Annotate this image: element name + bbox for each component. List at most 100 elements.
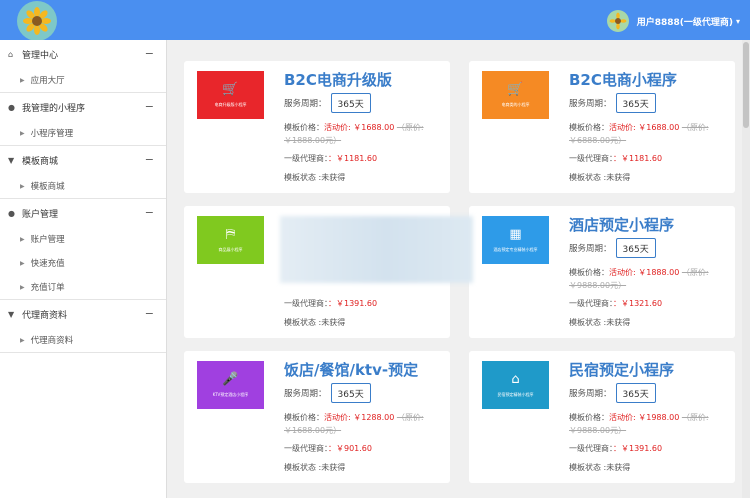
sidebar-group-header[interactable]: ● 我管理的小程序 − [0,93,166,121]
sidebar-item-mini-program-manage[interactable]: ▶ 小程序管理 [0,121,166,145]
sidebar-item-app-hall[interactable]: ▶ 应用大厅 [0,68,166,92]
template-info: B2C电商升级版 服务周期： 365天 模板价格：活动价: ￥1688.00 （… [284,69,447,183]
service-period: 服务周期： 365天 [284,92,447,114]
collapse-icon[interactable]: − [145,307,154,320]
template-title[interactable]: 民宿预定小程序 [569,359,732,381]
sidebar-group-label: 账户管理 [22,209,59,220]
period-select[interactable]: 365天 [330,93,371,113]
agent-price: ：￥1321.60 [613,299,663,308]
sunflower-logo-icon [23,7,51,35]
cart-icon: ▼ [8,155,15,165]
period-select[interactable]: 365天 [615,238,656,258]
agent-price-line: 一级代理商：：￥901.60 [284,443,447,454]
user-name: 用户8888(一级代理商) [636,17,733,28]
sidebar-group-account: ● 账户管理 − ▶ 账户管理 ▶ 快速充值 ▶ 充值订单 [0,199,166,300]
price-label: 模板价格： [284,123,324,132]
agent-price-line: 一级代理商：：￥1181.60 [569,153,732,164]
sidebar-group-agent-info: ▼ 代理商资料 − ▶ 代理商资料 [0,300,166,353]
template-status: 模板状态 :未获得 [284,173,346,182]
building-icon: ▦ [509,226,522,242]
price-line: 模板价格：活动价: ￥1288.00 （原价:￥1688.00元） [284,411,447,437]
scrollbar-thumb[interactable] [743,42,749,128]
period-select[interactable]: 365天 [330,383,371,403]
sidebar-group-header[interactable]: ● 账户管理 − [0,199,166,227]
price-line: 模板价格：活动价: ￥1688.00 （原价:￥6888.00元） [569,121,732,147]
sidebar-group-header[interactable]: ⌂ 管理中心 − [0,40,166,68]
price-line: 模板价格：活动价: ￥1888.00 （原价:￥9888.00元） [569,266,732,292]
period-select[interactable]: 365天 [615,93,656,113]
template-thumbnail[interactable]: ⛿ 商品展小程序 [197,216,264,264]
service-label: 服务周期： [284,389,327,399]
collapse-icon[interactable]: − [145,47,154,60]
thumbnail-caption: KTV预定酒店小程序 [212,391,249,397]
sidebar-item-template-mall[interactable]: ▶ 模板商城 [0,174,166,198]
sunflower-avatar-icon [609,12,627,30]
collapse-icon[interactable]: − [145,100,154,113]
sidebar-item-quick-recharge[interactable]: ▶ 快速充值 [0,251,166,275]
user-menu[interactable]: 用户8888(一级代理商) ▾ [606,10,740,32]
template-card[interactable]: 🎤 KTV预定酒店小程序 饭店/餐馆/ktv-预定 服务周期： 365天 模板价… [184,351,450,483]
triangle-right-icon: ▶ [20,259,25,267]
template-thumbnail[interactable]: ⌂ 民宿预定精装小程序 [482,361,549,409]
thumbnail-caption: 商品展小程序 [218,246,243,252]
service-label: 服务周期： [569,99,612,109]
agent-price-line: 一级代理商：：￥1321.60 [569,298,732,309]
sidebar-item-label: 代理商资料 [30,336,74,346]
agent-price: ：￥1181.60 [328,154,378,163]
agent-price-line: 一级代理商：：￥1181.60 [284,153,447,164]
template-thumbnail[interactable]: 🎤 KTV预定酒店小程序 [197,361,264,409]
activity-price: 活动价: ￥1688.00 [324,123,395,132]
agent-price: ：￥1391.60 [328,299,378,308]
triangle-right-icon: ▶ [20,336,25,344]
thumbnail-caption: 酒店预定专业精装小程序 [493,246,538,252]
agent-label: 一级代理商： [569,444,613,453]
sidebar-item-agent-info[interactable]: ▶ 代理商资料 [0,328,166,352]
thumbnail-caption: 电商升级版小程序 [214,101,247,107]
collapse-icon[interactable]: − [145,153,154,166]
sidebar-item-label: 快速充值 [30,259,65,269]
period-select[interactable]: 365天 [615,383,656,403]
template-title[interactable]: B2C电商小程序 [569,69,732,91]
template-thumbnail[interactable]: ▦ 酒店预定专业精装小程序 [482,216,549,264]
sidebar-group-header[interactable]: ▼ 代理商资料 − [0,300,166,328]
service-period: 服务周期： 365天 [569,382,732,404]
collapse-icon[interactable]: − [145,206,154,219]
scrollbar[interactable] [742,40,750,498]
thumbnail-caption: 民宿预定精装小程序 [497,391,534,397]
template-status: 模板状态 :未获得 [569,463,631,472]
template-title[interactable]: 饭店/餐馆/ktv-预定 [284,359,447,381]
template-thumbnail[interactable]: 🛒 电商类的小程序 [482,71,549,119]
sidebar-group-label: 我管理的小程序 [22,103,86,114]
sidebar-item-recharge-orders[interactable]: ▶ 充值订单 [0,275,166,299]
sidebar-group-management: ⌂ 管理中心 − ▶ 应用大厅 [0,40,166,93]
service-period: 服务周期： 365天 [569,237,732,259]
template-title[interactable]: B2C电商升级版 [284,69,447,91]
template-card[interactable]: ⌂ 民宿预定精装小程序 民宿预定小程序 服务周期： 365天 模板价格：活动价:… [469,351,735,483]
sidebar-item-label: 小程序管理 [30,129,74,139]
template-title[interactable]: 酒店预定小程序 [569,214,732,236]
shop-e-icon: 🛒 [507,81,524,97]
template-card[interactable]: ▦ 酒店预定专业精装小程序 酒店预定小程序 服务周期： 365天 模板价格：活动… [469,206,735,338]
template-info: 酒店预定小程序 服务周期： 365天 模板价格：活动价: ￥1888.00 （原… [569,214,732,328]
triangle-right-icon: ▶ [20,76,25,84]
microphone-icon: 🎤 [222,371,239,387]
agent-price: ：￥901.60 [328,444,372,453]
price-label: 模板价格： [569,413,609,422]
sidebar-item-account-manage[interactable]: ▶ 账户管理 [0,227,166,251]
shop-e-icon: 🛒 [222,81,239,97]
triangle-right-icon: ▶ [20,182,25,190]
template-card[interactable]: 🛒 电商升级版小程序 B2C电商升级版 服务周期： 365天 模板价格：活动价:… [184,61,450,193]
avatar [606,10,629,32]
template-card[interactable]: 🛒 电商类的小程序 B2C电商小程序 服务周期： 365天 模板价格：活动价: … [469,61,735,193]
price-label: 模板价格： [284,413,324,422]
chat-icon: ● [8,102,15,112]
triangle-right-icon: ▶ [20,235,25,243]
sidebar-group-template-mall: ▼ 模板商城 − ▶ 模板商城 [0,146,166,199]
logo[interactable] [17,1,57,41]
agent-price: ：￥1181.60 [613,154,663,163]
sidebar-group-header[interactable]: ▼ 模板商城 − [0,146,166,174]
sidebar-group-label: 模板商城 [22,156,59,167]
template-info: 饭店/餐馆/ktv-预定 服务周期： 365天 模板价格：活动价: ￥1288.… [284,359,447,473]
template-thumbnail[interactable]: 🛒 电商升级版小程序 [197,71,264,119]
template-status: 模板状态 :未获得 [284,318,346,327]
